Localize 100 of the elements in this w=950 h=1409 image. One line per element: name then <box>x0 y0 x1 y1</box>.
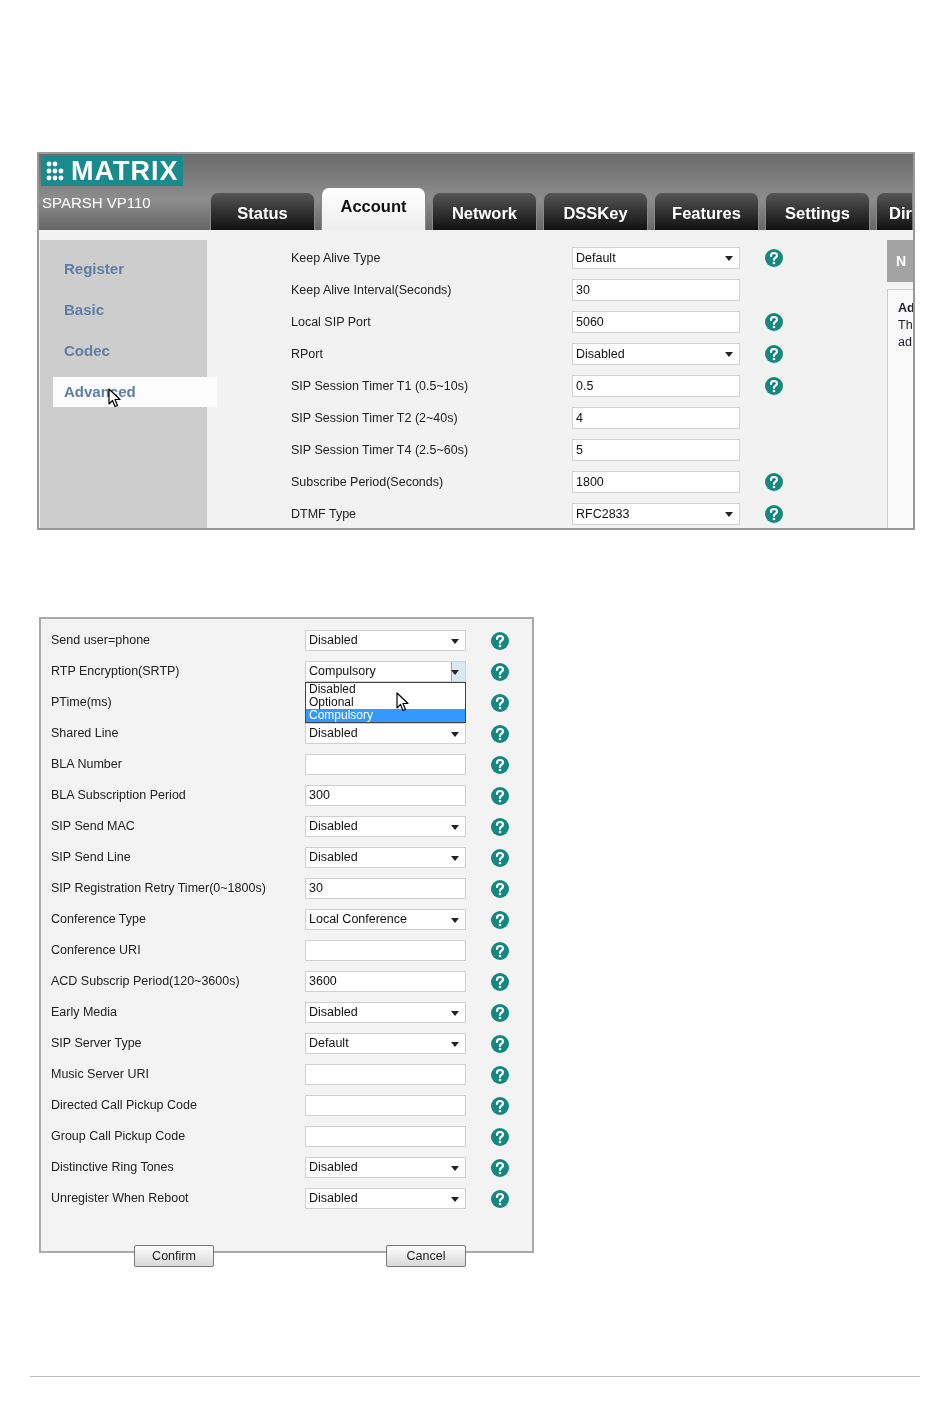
dropdown-field[interactable]: Disabled <box>572 343 740 365</box>
field-label: Conference Type <box>51 911 147 929</box>
dropdown-field[interactable]: Default <box>305 1033 466 1054</box>
field-label: Distinctive Ring Tones <box>51 1159 175 1177</box>
field-label: SIP Session Timer T2 (2~40s) <box>291 409 459 427</box>
help-icon[interactable] <box>491 1189 509 1208</box>
help-icon[interactable] <box>491 662 509 681</box>
help-icon[interactable] <box>765 313 783 331</box>
dropdown-field[interactable]: Local Conference <box>305 909 466 930</box>
help-icon[interactable] <box>491 1065 509 1084</box>
input-field[interactable] <box>305 1064 466 1085</box>
field-label: Group Call Pickup Code <box>51 1128 187 1146</box>
notes-text: ad <box>898 334 913 351</box>
help-icon[interactable] <box>491 941 509 960</box>
input-field[interactable]: 5 <box>572 439 740 461</box>
field-label: Unregister When Reboot <box>51 1190 190 1208</box>
logo-text: MATRIX <box>71 156 179 186</box>
caret-icon <box>451 732 459 737</box>
help-icon[interactable] <box>765 249 783 267</box>
help-icon[interactable] <box>491 724 509 743</box>
caret-icon <box>451 1166 459 1171</box>
caret-icon <box>725 352 733 357</box>
dropdown-field[interactable]: Disabled <box>305 1002 466 1023</box>
dropdown-field[interactable]: Disabled <box>305 630 466 651</box>
nav-tab[interactable]: Network <box>432 192 537 230</box>
caret-icon <box>451 918 459 923</box>
nav-tab[interactable]: Features <box>654 192 759 230</box>
confirm-button[interactable]: Confirm <box>134 1245 214 1267</box>
caret-icon <box>451 825 459 830</box>
caret-icon <box>451 1011 459 1016</box>
help-icon[interactable] <box>491 1034 509 1053</box>
help-icon[interactable] <box>765 473 783 491</box>
help-icon[interactable] <box>491 972 509 991</box>
input-field[interactable]: 30 <box>305 878 466 899</box>
help-icon[interactable] <box>491 786 509 805</box>
help-icon[interactable] <box>491 1003 509 1022</box>
caret-icon <box>725 256 733 261</box>
dropdown-field[interactable]: Disabled <box>305 816 466 837</box>
field-label: ACD Subscrip Period(120~3600s) <box>51 973 241 991</box>
field-label: SIP Registration Retry Timer(0~1800s) <box>51 880 267 898</box>
help-icon[interactable] <box>491 693 509 712</box>
field-label: Send user=phone <box>51 632 152 650</box>
help-icon[interactable] <box>765 345 783 363</box>
input-field[interactable] <box>305 754 466 775</box>
input-field[interactable]: 1800 <box>572 471 740 493</box>
nav-tab[interactable]: Status <box>210 192 315 230</box>
dropdown-field[interactable]: RFC2833 <box>572 503 740 525</box>
dropdown-field[interactable]: Disabled <box>305 723 466 744</box>
input-field[interactable]: 3600 <box>305 971 466 992</box>
nav-tab[interactable]: Account <box>321 187 426 230</box>
field-label: Local SIP Port <box>291 313 372 331</box>
field-label: SIP Server Type <box>51 1035 143 1053</box>
field-label: DTMF Type <box>291 505 358 523</box>
input-field[interactable] <box>305 940 466 961</box>
dropdown-field[interactable]: Disabled <box>305 1188 466 1209</box>
help-icon[interactable] <box>491 910 509 929</box>
help-icon[interactable] <box>491 879 509 898</box>
dropdown-option[interactable]: Optional <box>306 696 465 709</box>
field-label: BLA Number <box>51 756 123 774</box>
caret-icon <box>451 1197 459 1202</box>
help-icon[interactable] <box>491 755 509 774</box>
field-label: SIP Session Timer T4 (2.5~60s) <box>291 441 470 459</box>
field-label: Keep Alive Interval(Seconds) <box>291 281 453 299</box>
help-icon[interactable] <box>765 505 783 523</box>
cancel-button[interactable]: Cancel <box>386 1245 466 1267</box>
input-field[interactable]: 4 <box>572 407 740 429</box>
field-label: SIP Session Timer T1 (0.5~10s) <box>291 377 470 395</box>
caret-icon <box>451 856 459 861</box>
input-field[interactable]: 5060 <box>572 311 740 333</box>
help-icon[interactable] <box>491 848 509 867</box>
help-icon[interactable] <box>491 1158 509 1177</box>
caret-icon <box>451 1042 459 1047</box>
input-field[interactable]: 0.5 <box>572 375 740 397</box>
dropdown-option[interactable]: Disabled <box>306 683 465 696</box>
nav-tab[interactable]: DSSKey <box>543 192 648 230</box>
help-icon[interactable] <box>765 377 783 395</box>
dropdown-field[interactable]: Disabled <box>305 1157 466 1178</box>
nav-tab[interactable]: Settings <box>765 192 870 230</box>
field-label: Shared Line <box>51 725 120 743</box>
field-label: Music Server URI <box>51 1066 150 1084</box>
input-field[interactable] <box>305 1126 466 1147</box>
field-label: Early Media <box>51 1004 118 1022</box>
notes-title: N <box>887 240 913 282</box>
caret-icon <box>451 670 459 675</box>
dropdown-field[interactable]: Default <box>572 247 740 269</box>
help-icon[interactable] <box>491 1096 509 1115</box>
input-field[interactable] <box>305 1095 466 1116</box>
notes-heading: Ad <box>898 300 913 317</box>
help-icon[interactable] <box>491 1127 509 1146</box>
input-field[interactable]: 30 <box>572 279 740 301</box>
field-label: RTP Encryption(SRTP) <box>51 663 181 681</box>
field-label: Directed Call Pickup Code <box>51 1097 198 1115</box>
help-icon[interactable] <box>491 631 509 650</box>
help-icon[interactable] <box>491 817 509 836</box>
nav-tab[interactable]: Dir <box>876 192 912 230</box>
field-label: SIP Send MAC <box>51 818 136 836</box>
field-label: Subscribe Period(Seconds) <box>291 473 445 491</box>
dropdown-field[interactable]: Disabled <box>305 847 466 868</box>
notes-text: Th <box>898 317 913 334</box>
input-field[interactable]: 300 <box>305 785 466 806</box>
